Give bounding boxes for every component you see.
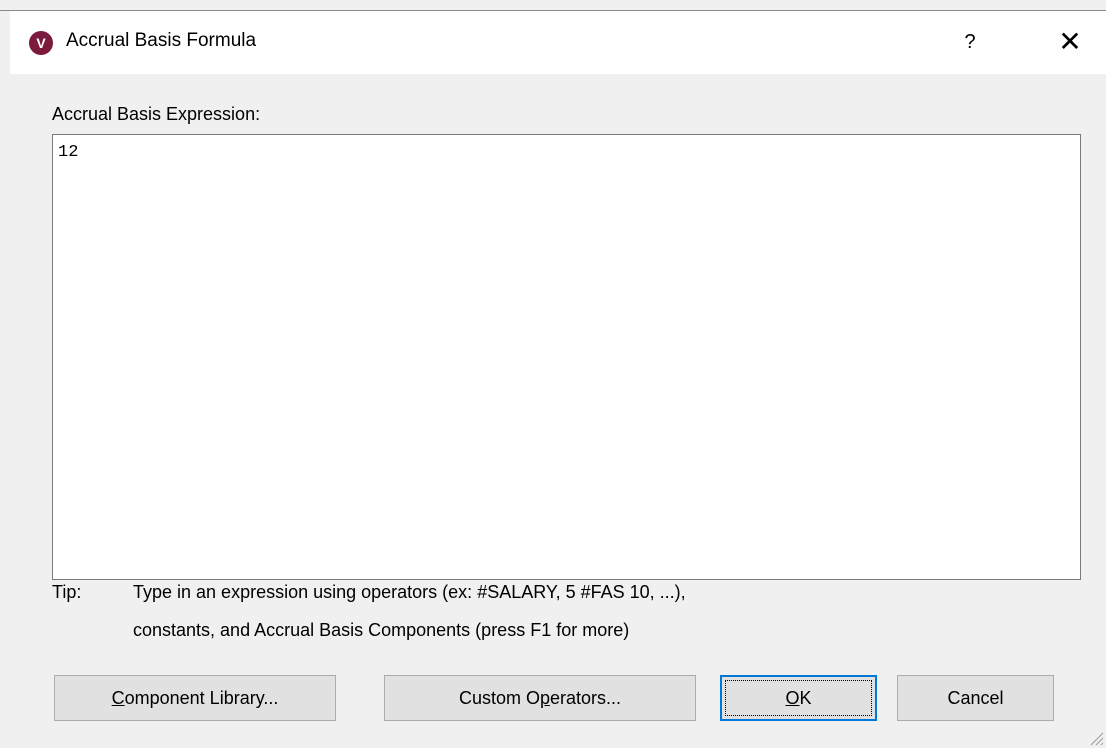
tip-text-line-1: Type in an expression using operators (e…: [133, 582, 686, 602]
cancel-button[interactable]: Cancel: [897, 675, 1054, 721]
tip-text-line-2: constants, and Accrual Basis Components …: [133, 620, 630, 640]
component-library-label: omponent Library...: [124, 688, 279, 708]
expression-textarea[interactable]: 12: [52, 134, 1081, 580]
focus-rectangle: [725, 680, 872, 716]
resize-grip-icon[interactable]: [1086, 728, 1104, 746]
custom-operators-button[interactable]: Custom Operators...: [384, 675, 696, 721]
custom-operators-label-rest: erators...: [550, 688, 622, 708]
tip-label: Tip:: [52, 582, 82, 602]
custom-operators-label-pre: Custom O: [458, 688, 540, 708]
component-library-button[interactable]: Component Library...: [54, 675, 336, 721]
help-button[interactable]: ?: [940, 11, 1000, 74]
expression-label: Accrual Basis Expression:: [52, 104, 261, 124]
close-button[interactable]: ✕: [1040, 11, 1100, 74]
window-title: Accrual Basis Formula: [66, 30, 257, 51]
ok-button[interactable]: OK: [720, 675, 877, 721]
component-library-mnemonic: C: [111, 688, 125, 708]
title-bar: V Accrual Basis Formula ? ✕: [10, 11, 1106, 74]
dialog-window: V Accrual Basis Formula ? ✕ Accrual Basi…: [9, 11, 1106, 748]
custom-operators-mnemonic: p: [539, 688, 550, 708]
app-logo-icon: V: [29, 31, 53, 55]
